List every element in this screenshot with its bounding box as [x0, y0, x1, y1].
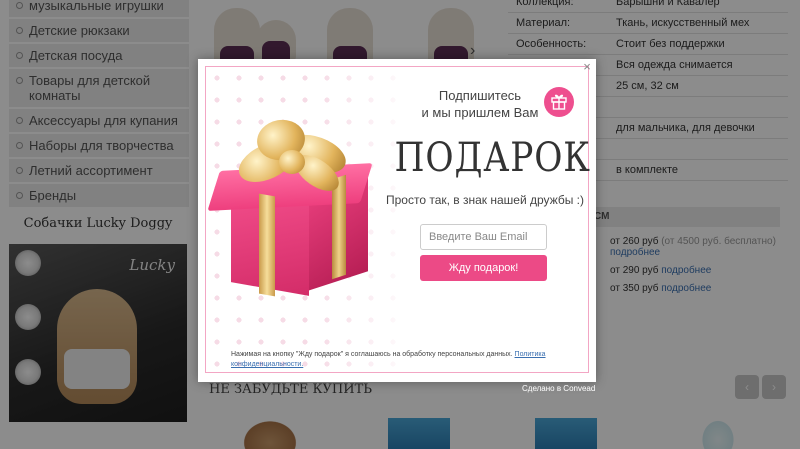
popup-subline: Просто так, в знак нашей дружбы :): [385, 193, 585, 207]
bow-knot: [279, 150, 305, 174]
privacy-notice: Нажимая на кнопку "Жду подарок" я соглаш…: [231, 350, 571, 370]
made-in-convead-link[interactable]: Сделано в Convead: [522, 384, 595, 393]
privacy-notice-text: Нажимая на кнопку "Жду подарок" я соглаш…: [231, 351, 515, 358]
subscribe-button[interactable]: Жду подарок!: [420, 255, 547, 281]
email-field[interactable]: [420, 224, 547, 250]
popup-headline: ПОДАРОК: [394, 135, 591, 181]
close-button[interactable]: ×: [581, 59, 593, 74]
gift-box-image: [207, 115, 377, 300]
close-icon: ×: [583, 59, 591, 74]
gift-icon: [544, 87, 574, 117]
